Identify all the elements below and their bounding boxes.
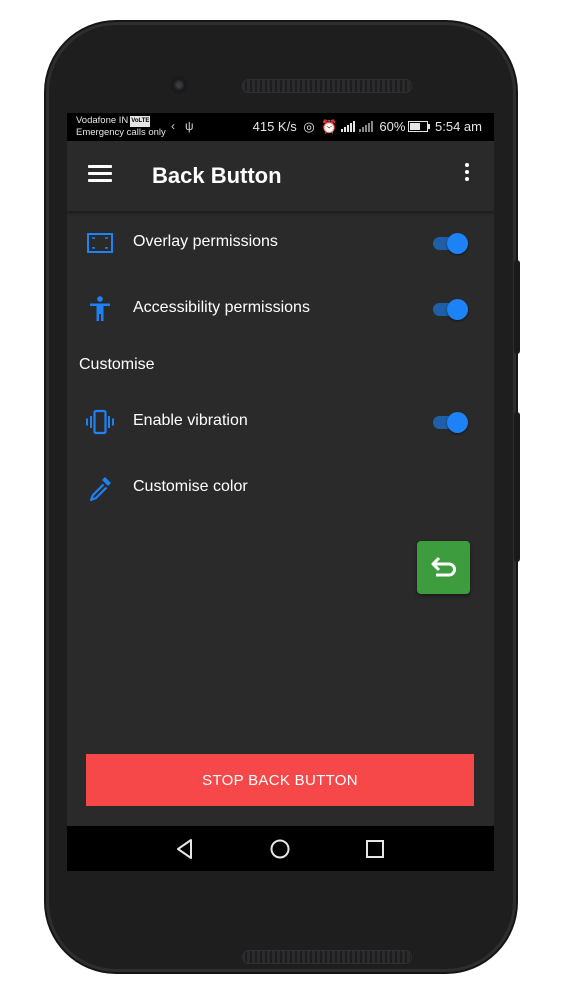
nav-home-icon[interactable] [268, 837, 292, 861]
bottom-speaker [242, 950, 412, 964]
setting-color[interactable]: Customise color [67, 461, 494, 511]
accessibility-label: Accessibility permissions [133, 299, 310, 316]
accessibility-icon [90, 296, 110, 321]
overlay-label: Overlay permissions [133, 233, 278, 250]
app-screen: Vodafone IN VoLTE Emergency calls only ‹ … [67, 113, 494, 871]
alarm-icon: ⏰ [321, 119, 338, 134]
nav-recents-icon[interactable] [363, 837, 387, 861]
back-arrow-icon [431, 556, 456, 577]
system-nav-bar [67, 826, 494, 871]
signal-4g-icon [341, 121, 356, 132]
battery-icon [408, 121, 431, 132]
front-camera [170, 76, 188, 94]
vibration-toggle[interactable] [431, 412, 469, 433]
eyedropper-icon [89, 477, 111, 502]
setting-vibration[interactable]: Enable vibration [67, 395, 494, 445]
vibration-icon [86, 409, 114, 435]
overlay-icon [87, 233, 113, 253]
setting-overlay[interactable]: Overlay permissions [67, 216, 494, 266]
network-speed: 415 K/s [252, 119, 297, 134]
setting-accessibility[interactable]: Accessibility permissions [67, 282, 494, 332]
page-title: Back Button [152, 163, 282, 188]
usb-icon: ψ [185, 119, 194, 133]
stop-back-button[interactable]: STOP BACK BUTTON [86, 754, 474, 806]
nav-back-icon[interactable] [173, 837, 197, 861]
volume-button [514, 412, 520, 562]
accessibility-toggle[interactable] [431, 299, 469, 320]
more-vert-icon[interactable] [462, 163, 472, 187]
status-right: 415 K/s ◎ ⏰ 60% 5:54 am [250, 119, 482, 135]
menu-icon[interactable] [88, 165, 112, 185]
volte-badge: VoLTE [130, 116, 151, 127]
back-button-preview[interactable] [417, 541, 470, 594]
status-bar: Vodafone IN VoLTE Emergency calls only ‹ … [67, 113, 494, 141]
power-button [514, 260, 520, 354]
section-header-customise: Customise [79, 356, 155, 373]
carrier-info: Vodafone IN VoLTE Emergency calls only [76, 115, 166, 138]
vibration-label: Enable vibration [133, 412, 248, 429]
chevron-left-icon: ‹ [171, 119, 175, 133]
emergency-text: Emergency calls only [76, 127, 166, 138]
top-speaker [242, 79, 412, 93]
signal-no-service-icon [358, 121, 373, 132]
battery-percent: 60% [379, 119, 406, 134]
clock: 5:54 am [435, 119, 482, 134]
color-label: Customise color [133, 478, 248, 495]
overlay-toggle[interactable] [431, 233, 469, 254]
carrier-name: Vodafone IN [76, 115, 129, 126]
app-toolbar: Back Button [67, 141, 494, 211]
hotspot-icon: ◎ [303, 119, 315, 134]
